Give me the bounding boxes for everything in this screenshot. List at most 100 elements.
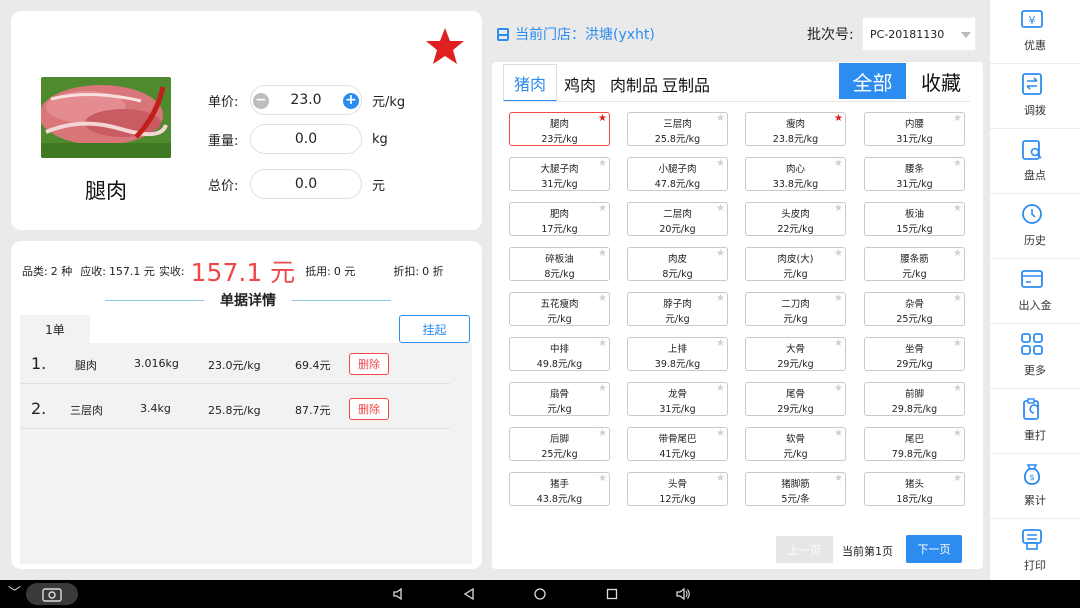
product-item[interactable]: 软骨 元/kg ★ (745, 427, 846, 461)
star-icon[interactable]: ★ (598, 294, 607, 304)
batch-select[interactable]: PC-20181130 (862, 17, 976, 51)
star-icon[interactable]: ★ (598, 429, 607, 439)
star-icon[interactable]: ★ (834, 339, 843, 349)
product-item[interactable]: 二刀肉 元/kg ★ (745, 292, 846, 326)
chevron-down-icon[interactable]: ﹀ (8, 585, 21, 603)
order-tab[interactable]: 1单 (20, 315, 90, 343)
product-item[interactable]: 小腿子肉 47.8元/kg ★ (627, 157, 728, 191)
star-icon[interactable]: ★ (716, 159, 725, 169)
star-icon[interactable]: ★ (834, 474, 843, 484)
sidebar-item-print[interactable]: 打印 (990, 520, 1080, 584)
product-item[interactable]: 碎板油 8元/kg ★ (509, 247, 610, 281)
product-item[interactable]: 腰条 31元/kg ★ (864, 157, 965, 191)
sidebar-item-cash[interactable]: 出入金 (990, 260, 1080, 324)
product-item[interactable]: 后脚 25元/kg ★ (509, 427, 610, 461)
star-icon[interactable]: ★ (716, 384, 725, 394)
star-icon[interactable]: ★ (953, 384, 962, 394)
product-item[interactable]: 腿肉 23元/kg ★ (509, 112, 610, 146)
star-icon[interactable]: ★ (716, 474, 725, 484)
star-icon[interactable]: ★ (716, 294, 725, 304)
star-icon[interactable]: ★ (834, 384, 843, 394)
star-icon[interactable]: ★ (598, 204, 607, 214)
tab-meat-products[interactable]: 肉制品 (603, 72, 660, 102)
product-item[interactable]: 龙骨 31元/kg ★ (627, 382, 728, 416)
next-page-button[interactable]: 下一页 (906, 535, 962, 563)
star-icon[interactable]: ★ (953, 429, 962, 439)
product-item[interactable]: 肉皮(大) 元/kg ★ (745, 247, 846, 281)
star-icon[interactable]: ★ (834, 159, 843, 169)
product-item[interactable]: 上排 39.8元/kg ★ (627, 337, 728, 371)
sidebar-item-more[interactable]: 更多 (990, 325, 1080, 389)
delete-button[interactable]: 删除 (349, 353, 389, 375)
product-item[interactable]: 瘦肉 23.8元/kg ★ (745, 112, 846, 146)
product-item[interactable]: 扇骨 元/kg ★ (509, 382, 610, 416)
hang-button[interactable]: 挂起 (399, 315, 470, 343)
sidebar-item-history[interactable]: 历史 (990, 195, 1080, 259)
product-item[interactable]: 杂骨 25元/kg ★ (864, 292, 965, 326)
sidebar-item-reprint[interactable]: 重打 (990, 390, 1080, 454)
star-icon[interactable]: ★ (598, 339, 607, 349)
star-icon[interactable]: ★ (716, 114, 725, 124)
filter-favorites-button[interactable]: 收藏 (908, 63, 974, 99)
star-icon[interactable]: ★ (834, 249, 843, 259)
star-icon[interactable]: ★ (953, 204, 962, 214)
product-item[interactable]: 尾骨 29元/kg ★ (745, 382, 846, 416)
screenshot-button[interactable] (26, 583, 78, 605)
volume-down-icon[interactable] (392, 587, 406, 601)
sidebar-item-discount[interactable]: ¥ 优惠 (990, 0, 1080, 64)
product-item[interactable]: 猪头 18元/kg ★ (864, 472, 965, 506)
tab-soy-products[interactable]: 豆制品 (660, 72, 717, 102)
star-icon[interactable]: ★ (598, 159, 607, 169)
minus-icon[interactable]: − (253, 93, 269, 109)
star-icon[interactable]: ★ (598, 114, 607, 124)
product-item[interactable]: 坐骨 29元/kg ★ (864, 337, 965, 371)
star-icon[interactable]: ★ (953, 159, 962, 169)
star-icon[interactable]: ★ (953, 249, 962, 259)
product-item[interactable]: 猪脚筋 5元/条 ★ (745, 472, 846, 506)
product-item[interactable]: 腰条筋 元/kg ★ (864, 247, 965, 281)
star-icon[interactable]: ★ (716, 339, 725, 349)
plus-icon[interactable]: + (343, 93, 359, 109)
star-icon[interactable]: ★ (834, 204, 843, 214)
favorite-star-icon[interactable] (425, 26, 465, 66)
product-item[interactable]: 脖子肉 元/kg ★ (627, 292, 728, 326)
product-item[interactable]: 五花瘦肉 元/kg ★ (509, 292, 610, 326)
product-item[interactable]: 中排 49.8元/kg ★ (509, 337, 610, 371)
product-item[interactable]: 二层肉 20元/kg ★ (627, 202, 728, 236)
product-item[interactable]: 三层肉 25.8元/kg ★ (627, 112, 728, 146)
star-icon[interactable]: ★ (716, 204, 725, 214)
product-item[interactable]: 大骨 29元/kg ★ (745, 337, 846, 371)
recents-icon[interactable] (605, 587, 619, 601)
weight-field[interactable]: 0.0 (250, 124, 362, 154)
sidebar-item-accumulate[interactable]: $ 累计 (990, 455, 1080, 519)
star-icon[interactable]: ★ (716, 249, 725, 259)
product-item[interactable]: 内腰 31元/kg ★ (864, 112, 965, 146)
product-item[interactable]: 带骨尾巴 41元/kg ★ (627, 427, 728, 461)
tab-chicken[interactable]: 鸡肉 (557, 72, 603, 102)
sidebar-item-transfer[interactable]: 调拨 (990, 65, 1080, 129)
star-icon[interactable]: ★ (953, 339, 962, 349)
product-item[interactable]: 头骨 12元/kg ★ (627, 472, 728, 506)
star-icon[interactable]: ★ (598, 249, 607, 259)
volume-up-icon[interactable] (675, 587, 691, 601)
product-item[interactable]: 猪手 43.8元/kg ★ (509, 472, 610, 506)
star-icon[interactable]: ★ (834, 114, 843, 124)
star-icon[interactable]: ★ (598, 384, 607, 394)
home-icon[interactable] (533, 587, 547, 601)
product-item[interactable]: 头皮肉 22元/kg ★ (745, 202, 846, 236)
star-icon[interactable]: ★ (598, 474, 607, 484)
unit-price-stepper[interactable]: − 23.0 + (250, 85, 362, 115)
product-item[interactable]: 前脚 29.8元/kg ★ (864, 382, 965, 416)
prev-page-button[interactable]: 上一页 (776, 536, 833, 563)
product-item[interactable]: 尾巴 79.8元/kg ★ (864, 427, 965, 461)
filter-all-button[interactable]: 全部 (839, 63, 906, 99)
product-item[interactable]: 肉心 33.8元/kg ★ (745, 157, 846, 191)
product-item[interactable]: 肉皮 8元/kg ★ (627, 247, 728, 281)
tab-pork[interactable]: 猪肉 (503, 64, 558, 102)
product-item[interactable]: 肥肉 17元/kg ★ (509, 202, 610, 236)
star-icon[interactable]: ★ (953, 474, 962, 484)
total-field[interactable]: 0.0 (250, 169, 362, 199)
star-icon[interactable]: ★ (834, 294, 843, 304)
star-icon[interactable]: ★ (716, 429, 725, 439)
star-icon[interactable]: ★ (953, 114, 962, 124)
